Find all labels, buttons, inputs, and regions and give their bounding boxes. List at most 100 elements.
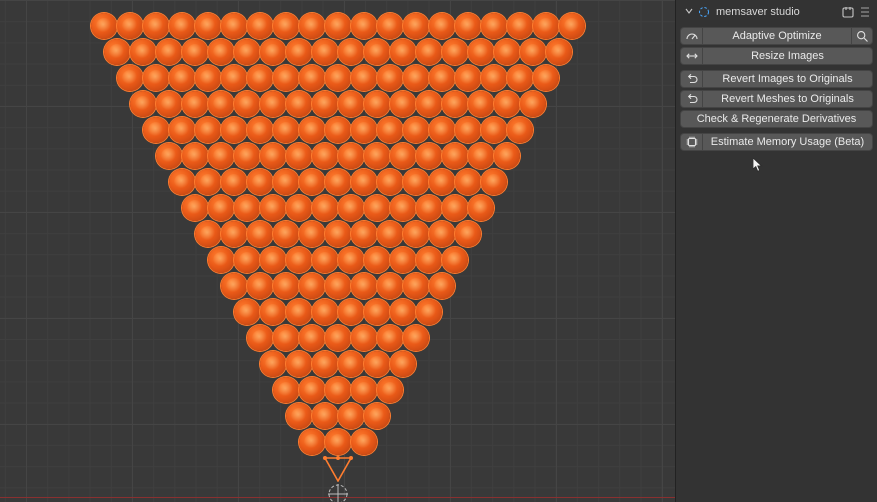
sphere-object[interactable] [143, 65, 169, 91]
sphere-object[interactable] [533, 13, 559, 39]
sphere-object[interactable] [299, 117, 325, 143]
sphere-object[interactable] [273, 273, 299, 299]
sphere-object[interactable] [429, 13, 455, 39]
sphere-object[interactable] [559, 13, 585, 39]
sphere-object[interactable] [143, 13, 169, 39]
sphere-object[interactable] [338, 403, 364, 429]
sphere-object[interactable] [182, 39, 208, 65]
sphere-object[interactable] [273, 117, 299, 143]
sphere-object[interactable] [520, 91, 546, 117]
sphere-object[interactable] [260, 351, 286, 377]
sphere-object[interactable] [247, 169, 273, 195]
sphere-object[interactable] [299, 221, 325, 247]
sphere-object[interactable] [299, 273, 325, 299]
sphere-object[interactable] [221, 273, 247, 299]
sphere-object[interactable] [403, 325, 429, 351]
sphere-object[interactable] [286, 39, 312, 65]
sphere-object[interactable] [312, 247, 338, 273]
sphere-object[interactable] [390, 195, 416, 221]
sphere-object[interactable] [338, 143, 364, 169]
sphere-object[interactable] [429, 65, 455, 91]
sphere-object[interactable] [351, 429, 377, 455]
sphere-object[interactable] [533, 65, 559, 91]
sphere-object[interactable] [273, 377, 299, 403]
sphere-object[interactable] [481, 169, 507, 195]
dashboard-icon[interactable] [680, 27, 702, 45]
sphere-object[interactable] [442, 91, 468, 117]
sphere-object[interactable] [403, 117, 429, 143]
sphere-object[interactable] [130, 91, 156, 117]
sphere-object[interactable] [156, 91, 182, 117]
sphere-object[interactable] [338, 247, 364, 273]
sphere-object[interactable] [429, 273, 455, 299]
sphere-object[interactable] [169, 65, 195, 91]
sphere-object[interactable] [286, 247, 312, 273]
sphere-object[interactable] [455, 13, 481, 39]
sphere-object[interactable] [156, 143, 182, 169]
sphere-object[interactable] [481, 117, 507, 143]
undo-icon[interactable] [680, 70, 702, 88]
sphere-object[interactable] [468, 39, 494, 65]
sphere-object[interactable] [429, 117, 455, 143]
sphere-object[interactable] [494, 91, 520, 117]
sphere-object[interactable] [468, 195, 494, 221]
sphere-object[interactable] [299, 377, 325, 403]
sphere-object[interactable] [455, 65, 481, 91]
sphere-object[interactable] [390, 91, 416, 117]
sphere-object[interactable] [364, 39, 390, 65]
sphere-object[interactable] [364, 247, 390, 273]
sphere-object[interactable] [351, 65, 377, 91]
sphere-object[interactable] [221, 221, 247, 247]
sphere-object[interactable] [312, 403, 338, 429]
sphere-object[interactable] [117, 65, 143, 91]
sphere-object[interactable] [377, 325, 403, 351]
sphere-object[interactable] [169, 13, 195, 39]
sphere-object[interactable] [351, 117, 377, 143]
sphere-object[interactable] [247, 65, 273, 91]
sphere-object[interactable] [507, 65, 533, 91]
sphere-object[interactable] [299, 169, 325, 195]
sphere-object[interactable] [338, 299, 364, 325]
sphere-object[interactable] [325, 325, 351, 351]
sphere-object[interactable] [325, 117, 351, 143]
sphere-object[interactable] [351, 273, 377, 299]
adaptive-optimize-button[interactable]: Adaptive Optimize [702, 27, 851, 45]
sphere-object[interactable] [338, 91, 364, 117]
sphere-object[interactable] [429, 169, 455, 195]
sphere-object[interactable] [143, 117, 169, 143]
sphere-object[interactable] [455, 169, 481, 195]
sphere-object[interactable] [377, 273, 403, 299]
sphere-object[interactable] [247, 13, 273, 39]
sphere-object[interactable] [390, 299, 416, 325]
sphere-object[interactable] [520, 39, 546, 65]
sphere-object[interactable] [325, 377, 351, 403]
sphere-object[interactable] [117, 13, 143, 39]
sphere-object[interactable] [260, 195, 286, 221]
sphere-object[interactable] [299, 325, 325, 351]
sphere-object[interactable] [494, 143, 520, 169]
sphere-object[interactable] [234, 39, 260, 65]
sphere-object[interactable] [325, 13, 351, 39]
sphere-object[interactable] [260, 91, 286, 117]
sphere-object[interactable] [221, 13, 247, 39]
estimate-mem-button[interactable]: Estimate Memory Usage (Beta) [702, 133, 873, 151]
sphere-object[interactable] [208, 143, 234, 169]
sphere-object[interactable] [429, 221, 455, 247]
sphere-object[interactable] [234, 91, 260, 117]
sphere-object[interactable] [481, 13, 507, 39]
sphere-object[interactable] [195, 169, 221, 195]
resize-images-button[interactable]: Resize Images [702, 47, 873, 65]
sphere-object[interactable] [377, 221, 403, 247]
sphere-object[interactable] [390, 351, 416, 377]
sphere-object[interactable] [260, 247, 286, 273]
sphere-object[interactable] [273, 65, 299, 91]
sphere-object[interactable] [312, 39, 338, 65]
sphere-object[interactable] [169, 169, 195, 195]
sphere-object[interactable] [182, 143, 208, 169]
sphere-object[interactable] [208, 91, 234, 117]
sphere-object[interactable] [546, 39, 572, 65]
sphere-object[interactable] [325, 273, 351, 299]
sphere-object[interactable] [364, 299, 390, 325]
sphere-object[interactable] [91, 13, 117, 39]
sphere-object[interactable] [338, 351, 364, 377]
